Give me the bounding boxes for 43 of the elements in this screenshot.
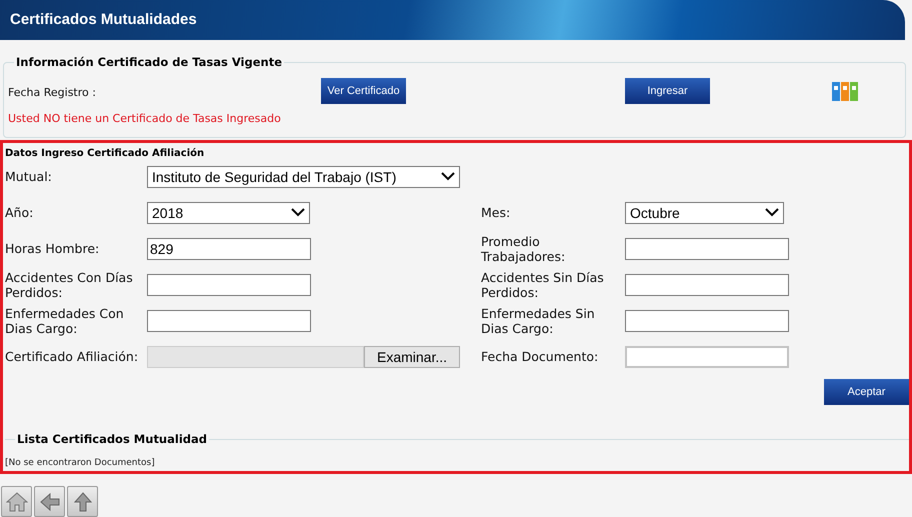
chevron-down-icon (765, 208, 779, 218)
section-title: Lista Certificados Mutualidad (15, 432, 209, 446)
field-label: Certificado Afiliación: (5, 349, 140, 364)
text-field[interactable] (625, 238, 789, 260)
text-field[interactable]: 829 (147, 238, 311, 260)
warning-message: Usted NO tiene un Certificado de Tasas Ingresado (8, 112, 282, 125)
text-field[interactable] (147, 310, 311, 332)
accept-button[interactable]: Aceptar (824, 378, 909, 405)
field-label: Accidentes Sin Días Perdidos: (481, 270, 605, 300)
up-button[interactable] (67, 486, 98, 517)
date-field[interactable] (625, 346, 789, 368)
field-label: Accidentes Con Días Perdidos: (5, 270, 134, 300)
field-label: Promedio Trabajadores: (481, 234, 566, 264)
file-path-field[interactable] (147, 346, 364, 368)
text-field[interactable] (625, 310, 789, 332)
section-title: Datos Ingreso Certificado Afiliación (5, 148, 206, 159)
view-certificate-button[interactable]: Ver Certificado (321, 78, 406, 104)
chevron-down-icon (441, 172, 455, 182)
text-field[interactable] (625, 274, 789, 296)
dropdown[interactable]: Octubre (625, 202, 784, 224)
enter-button[interactable]: Ingresar (625, 78, 710, 104)
home-icon (6, 490, 28, 512)
chevron-down-icon (291, 208, 305, 218)
arrow-left-icon (38, 490, 60, 512)
dropdown[interactable]: Instituto de Seguridad del Trabajo (IST) (147, 166, 460, 188)
section-title: Información Certificado de Tasas Vigente (14, 54, 284, 69)
field-label: Horas Hombre: (5, 241, 100, 256)
binders-icon (831, 80, 859, 102)
text-field[interactable] (147, 274, 311, 296)
field-label: Enfermedades Con Dias Cargo: (5, 306, 125, 336)
field-label: Fecha Documento: (481, 349, 600, 364)
field-label: Mutual: (5, 169, 53, 184)
empty-message: [No se encontraron Documentos] (5, 458, 155, 468)
back-button[interactable] (34, 486, 65, 517)
field-label: Mes: (481, 205, 512, 220)
browse-button[interactable]: Examinar... (364, 346, 460, 368)
home-button[interactable] (1, 486, 32, 517)
page-title: Certificados Mutualidades (10, 11, 197, 28)
field-label: Enfermedades Sin Dias Cargo: (481, 306, 596, 336)
field-label: Año: (5, 205, 34, 220)
dropdown[interactable]: 2018 (147, 202, 310, 224)
field-label: Fecha Registro : (8, 86, 96, 100)
arrow-up-icon (72, 490, 94, 512)
